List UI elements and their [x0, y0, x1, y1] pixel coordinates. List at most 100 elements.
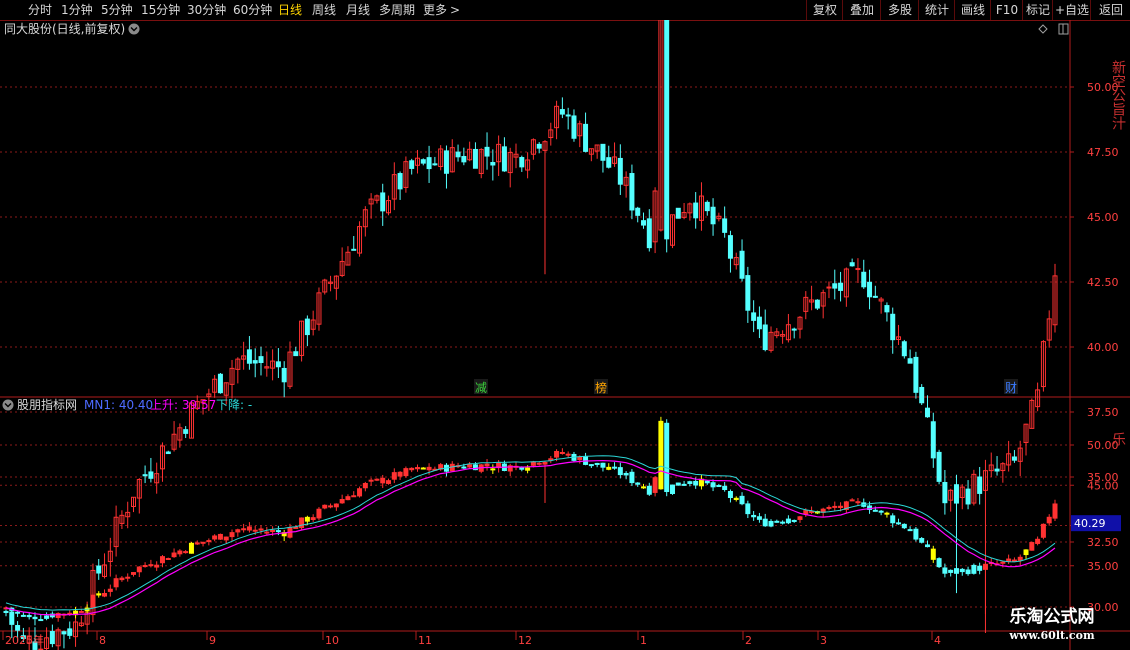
main-candle-body [838, 282, 844, 291]
period-tab-6[interactable]: 日线 [278, 2, 302, 18]
toolbar-button-5[interactable]: F10 [990, 0, 1023, 20]
main-candle-body [293, 351, 299, 357]
indicator-bar [90, 594, 96, 609]
toolbar-button-1[interactable]: 叠加 [842, 0, 881, 20]
indicator-bar [229, 532, 235, 538]
indicator-bar [333, 503, 339, 508]
x-axis-label: 2025年 [5, 633, 44, 647]
main-candle-body [49, 631, 55, 645]
indicator-menu-icon[interactable] [2, 399, 14, 411]
indicator-bar [391, 472, 397, 480]
indicator-bar [78, 610, 84, 613]
indicator-bar [855, 501, 861, 504]
indicator-bar [1023, 549, 1029, 556]
main-candle-body [559, 109, 565, 115]
indicator-bar [977, 565, 983, 571]
main-candle-body [704, 201, 710, 212]
main-candle-body [953, 484, 959, 504]
indicator-bar [693, 480, 699, 486]
indicator-bar [710, 482, 716, 488]
indicator-bar [658, 420, 664, 490]
main-candle-body [635, 207, 641, 216]
toolbar-button-7[interactable]: +自选 [1052, 0, 1091, 20]
indicator-bar [664, 422, 670, 493]
main-candle-body [756, 316, 762, 330]
toolbar-button-4[interactable]: 画线 [954, 0, 991, 20]
watermark-title: 乐淘公式网 [1009, 607, 1095, 627]
indicator-bar [345, 496, 351, 501]
period-tab-4[interactable]: 30分钟 [187, 2, 226, 18]
indicator-bar [745, 503, 751, 515]
toolbar-button-8[interactable]: 返回 [1090, 0, 1130, 20]
indicator-bar [554, 450, 560, 458]
indicator-bar [832, 505, 838, 508]
watermark: 乐淘公式网 www.60lt.com [990, 606, 1114, 650]
indicator-bar [641, 486, 647, 489]
period-tab-10[interactable]: 更多 [423, 2, 447, 18]
indicator-bar [223, 536, 229, 541]
main-candle-body [281, 367, 287, 383]
x-axis-label: 3 [820, 634, 827, 647]
indicator-bar [467, 464, 473, 468]
right-edge-text: 新空公旨汁 [1110, 60, 1126, 130]
indicator-bar [739, 495, 745, 505]
indicator-bar [774, 520, 780, 523]
toolbar-button-6[interactable]: 标记 [1022, 0, 1053, 20]
main-candle-body [664, 20, 670, 240]
indicator-bar [1000, 561, 1006, 564]
indicator-bar [194, 542, 200, 545]
more-chevron-icon[interactable]: > [450, 2, 460, 18]
indicator-bar [159, 556, 165, 564]
period-tab-1[interactable]: 1分钟 [61, 2, 93, 18]
main-y-tick-label: 32.50 [1087, 536, 1119, 549]
event-marker-1[interactable]: 榜 [594, 379, 608, 395]
indicator-bar [727, 491, 733, 499]
toolbar-button-2[interactable]: 多股 [880, 0, 919, 20]
chart-area[interactable]: 50.0047.5045.0042.5040.0037.5035.0032.50… [0, 20, 1130, 650]
indicator-bar [652, 477, 658, 493]
rise-line [5, 459, 1056, 616]
indicator-bar [890, 515, 896, 524]
main-candle-body [629, 173, 635, 211]
main-candle-body [148, 471, 154, 479]
indicator-bar [357, 488, 363, 497]
indicator-bar [397, 471, 403, 477]
chart-menu-icon[interactable] [128, 23, 140, 35]
indicator-bar [971, 564, 977, 574]
main-candles [3, 20, 1058, 650]
period-tab-8[interactable]: 月线 [346, 2, 370, 18]
main-candle-body [275, 361, 281, 368]
indicator-bar [716, 485, 722, 488]
main-candle-body [930, 421, 936, 459]
x-axis-label: 8 [99, 634, 106, 647]
indicator-bar [901, 523, 907, 529]
indicator-bar [368, 479, 374, 482]
indicator-bar [600, 462, 606, 468]
indicator-bar [1029, 542, 1035, 551]
period-tab-9[interactable]: 多周期 [379, 2, 415, 18]
indicator-bar [948, 569, 954, 573]
main-candle-body [606, 157, 612, 168]
indicator-bar [623, 472, 629, 476]
period-tab-5[interactable]: 60分钟 [233, 2, 272, 18]
period-tab-3[interactable]: 15分钟 [141, 2, 180, 18]
indicator-bar [635, 482, 641, 485]
indicator-bar [96, 593, 102, 596]
indicator-bar [838, 505, 844, 508]
indicator-bar [142, 565, 148, 568]
toolbar-button-3[interactable]: 统计 [918, 0, 955, 20]
main-candle-body [727, 235, 733, 259]
toolbar-button-0[interactable]: 复权 [806, 0, 843, 20]
indicator-bar [733, 497, 739, 501]
event-marker-0[interactable]: 减 [474, 379, 488, 395]
event-marker-2[interactable]: 财 [1004, 379, 1018, 395]
indicator-bar [924, 544, 930, 548]
period-tab-0[interactable]: 分时 [28, 2, 52, 18]
main-candle-body [832, 283, 838, 289]
indicator-bar [884, 512, 890, 515]
period-tab-7[interactable]: 周线 [312, 2, 336, 18]
diamond-icon[interactable] [1038, 24, 1048, 34]
period-tab-2[interactable]: 5分钟 [101, 2, 133, 18]
indicator-bar [15, 611, 21, 614]
indicator-bar [461, 466, 467, 469]
